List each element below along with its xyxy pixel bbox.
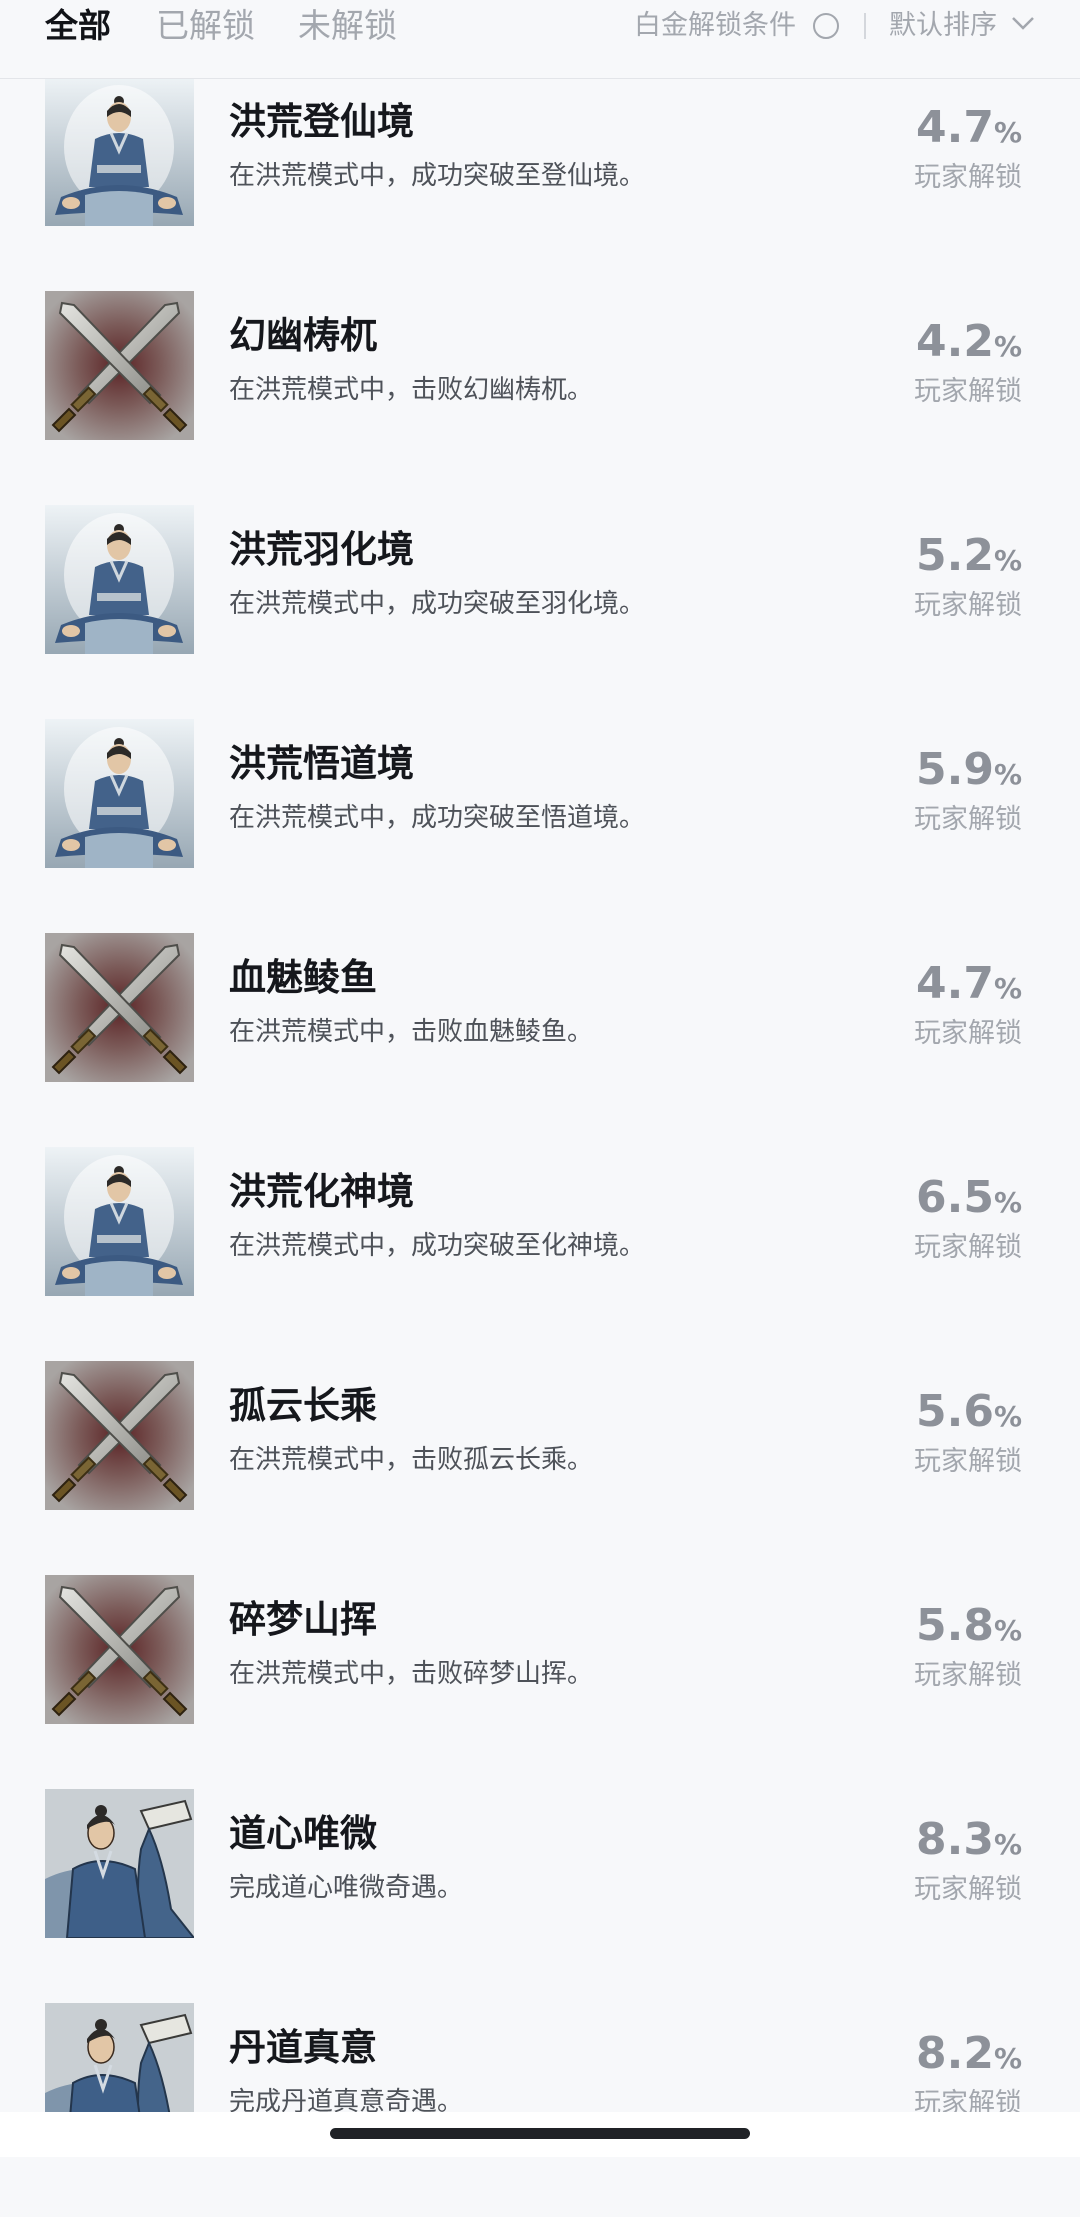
achievement-item[interactable]: 碎梦山挥 在洪荒模式中，击败碎梦山挥。 5.8% 玩家解锁 [0, 1575, 1080, 1789]
tab-locked[interactable]: 未解锁 [298, 0, 397, 52]
percent-sign: % [993, 1828, 1022, 1861]
achievement-title: 洪荒登仙境 [229, 100, 414, 143]
unlock-rate-label: 玩家解锁 [914, 1018, 1022, 1049]
achievement-title: 碎梦山挥 [229, 1598, 377, 1641]
achievement-description: 在洪荒模式中，成功突破至登仙境。 [229, 161, 646, 191]
unlock-rate: 4.2% [916, 317, 1022, 376]
achievement-description: 在洪荒模式中，击败孤云长乘。 [229, 1445, 594, 1475]
achievement-item[interactable]: 孤云长乘 在洪荒模式中，击败孤云长乘。 5.6% 玩家解锁 [0, 1361, 1080, 1575]
percent-sign: % [993, 1400, 1022, 1433]
unlock-rate-label: 玩家解锁 [914, 162, 1022, 193]
achievement-title: 孤云长乘 [229, 1384, 377, 1427]
unlock-rate: 5.6% [916, 1387, 1022, 1446]
achievement-item[interactable]: 道心唯微 完成道心唯微奇遇。 8.3% 玩家解锁 [0, 1789, 1080, 2003]
achievement-description: 在洪荒模式中，成功突破至化神境。 [229, 1231, 646, 1261]
meditating-monk-icon [45, 719, 194, 868]
unlock-rate: 4.7% [916, 959, 1022, 1018]
percent-sign: % [993, 1614, 1022, 1647]
unlock-rate: 8.2% [916, 2029, 1022, 2088]
crossed-swords-icon [45, 933, 194, 1082]
achievement-title: 血魅鲮鱼 [229, 956, 377, 999]
tab-all[interactable]: 全部 [45, 0, 111, 52]
radio-circle-icon[interactable] [813, 13, 839, 39]
achievement-item[interactable]: 洪荒羽化境 在洪荒模式中，成功突破至羽化境。 5.2% 玩家解锁 [0, 505, 1080, 719]
achievement-item[interactable]: 洪荒化神境 在洪荒模式中，成功突破至化神境。 6.5% 玩家解锁 [0, 1147, 1080, 1361]
achievement-description: 在洪荒模式中，击败血魅鲮鱼。 [229, 1017, 594, 1047]
meditating-monk-icon [45, 505, 194, 654]
unlock-rate-label: 玩家解锁 [914, 376, 1022, 407]
meditating-monk-icon [45, 77, 194, 226]
unlock-rate-label: 玩家解锁 [914, 1232, 1022, 1263]
achievement-description: 完成道心唯微奇遇。 [229, 1873, 464, 1903]
unlock-rate: 5.9% [916, 745, 1022, 804]
percent-sign: % [993, 972, 1022, 1005]
achievement-description: 在洪荒模式中，击败幻幽梼杌。 [229, 375, 594, 405]
unlock-rate: 8.3% [916, 1815, 1022, 1874]
achievement-description: 在洪荒模式中，成功突破至悟道境。 [229, 803, 646, 833]
unlock-rate-value: 4.2 [915, 316, 994, 367]
unlock-rate-value: 4.7 [915, 958, 994, 1009]
unlock-rate-label: 玩家解锁 [914, 1874, 1022, 1905]
chevron-down-icon[interactable] [1011, 14, 1035, 32]
achievement-item[interactable]: 丹道真意 完成丹道真意奇遇。 8.2% 玩家解锁 [0, 2003, 1080, 2217]
achievement-item[interactable]: 幻幽梼杌 在洪荒模式中，击败幻幽梼杌。 4.2% 玩家解锁 [0, 291, 1080, 505]
percent-sign: % [993, 116, 1022, 149]
crossed-swords-icon [45, 1361, 194, 1510]
unlock-rate-label: 玩家解锁 [914, 1446, 1022, 1477]
percent-sign: % [993, 758, 1022, 791]
unlock-rate: 4.7% [916, 103, 1022, 162]
achievement-title: 道心唯微 [229, 1812, 377, 1855]
divider [864, 13, 866, 39]
percent-sign: % [993, 1186, 1022, 1219]
unlock-rate: 5.2% [916, 531, 1022, 590]
achievement-title: 幻幽梼杌 [229, 314, 377, 357]
cultivator-with-scroll-icon [45, 1789, 194, 1938]
unlock-rate-value: 4.7 [915, 102, 994, 153]
unlock-rate-value: 5.9 [915, 744, 994, 795]
achievement-title: 洪荒悟道境 [229, 742, 414, 785]
percent-sign: % [993, 544, 1022, 577]
meditating-monk-icon [45, 1147, 194, 1296]
unlock-rate-value: 6.5 [915, 1172, 994, 1223]
home-indicator[interactable] [330, 2128, 750, 2139]
platinum-condition-toggle[interactable]: 白金解锁条件 [634, 0, 796, 52]
crossed-swords-icon [45, 291, 194, 440]
achievement-item[interactable]: 血魅鲮鱼 在洪荒模式中，击败血魅鲮鱼。 4.7% 玩家解锁 [0, 933, 1080, 1147]
unlock-rate: 6.5% [916, 1173, 1022, 1232]
achievement-title: 洪荒羽化境 [229, 528, 414, 571]
unlock-rate-value: 8.3 [915, 1814, 994, 1865]
unlock-rate-label: 玩家解锁 [914, 590, 1022, 621]
tab-unlocked[interactable]: 已解锁 [156, 0, 255, 52]
achievement-description: 在洪荒模式中，成功突破至羽化境。 [229, 589, 646, 619]
crossed-swords-icon [45, 1575, 194, 1724]
unlock-rate-value: 5.2 [915, 530, 994, 581]
unlock-rate-value: 5.6 [915, 1386, 994, 1437]
achievement-item[interactable]: 洪荒悟道境 在洪荒模式中，成功突破至悟道境。 5.9% 玩家解锁 [0, 719, 1080, 933]
percent-sign: % [993, 330, 1022, 363]
unlock-rate-label: 玩家解锁 [914, 804, 1022, 835]
achievement-item[interactable]: 洪荒登仙境 在洪荒模式中，成功突破至登仙境。 4.7% 玩家解锁 [0, 77, 1080, 291]
filter-bar: 全部 已解锁 未解锁 白金解锁条件 默认排序 [0, 0, 1080, 79]
unlock-rate-label: 玩家解锁 [914, 1660, 1022, 1691]
bottom-navigation-area [0, 2112, 1080, 2157]
achievement-description: 在洪荒模式中，击败碎梦山挥。 [229, 1659, 594, 1689]
unlock-rate-value: 8.2 [915, 2028, 994, 2079]
unlock-rate: 5.8% [916, 1601, 1022, 1660]
achievement-title: 丹道真意 [229, 2026, 377, 2069]
unlock-rate-value: 5.8 [915, 1600, 994, 1651]
percent-sign: % [993, 2042, 1022, 2075]
achievement-title: 洪荒化神境 [229, 1170, 414, 1213]
sort-dropdown[interactable]: 默认排序 [889, 0, 997, 52]
